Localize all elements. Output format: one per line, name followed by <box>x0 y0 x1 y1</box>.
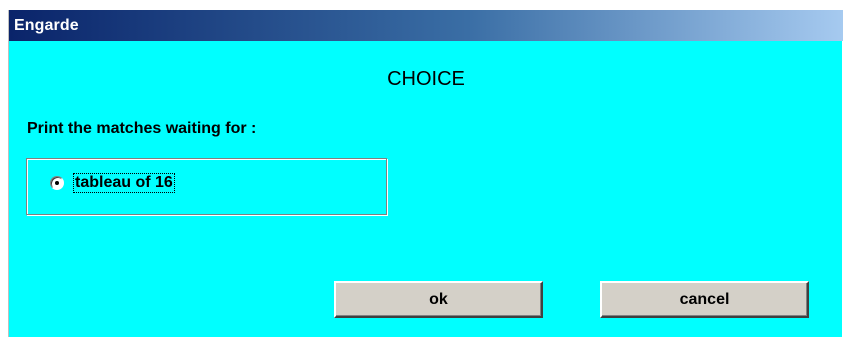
title-bar[interactable]: Engarde <box>9 10 843 41</box>
radio-option-tableau-16[interactable]: tableau of 16 <box>50 173 175 193</box>
option-group: tableau of 16 <box>26 158 387 215</box>
prompt-label: Print the matches waiting for : <box>27 120 257 137</box>
cancel-button[interactable]: cancel <box>600 281 809 318</box>
radio-selected-dot <box>55 181 59 185</box>
ok-button[interactable]: ok <box>334 281 543 318</box>
radio-button-icon[interactable] <box>50 176 64 190</box>
radio-option-label[interactable]: tableau of 16 <box>73 173 175 193</box>
window-title: Engarde <box>14 16 79 34</box>
dialog-window: Engarde CHOICE Print the matches waiting… <box>8 10 843 337</box>
dialog-heading: CHOICE <box>387 68 465 90</box>
